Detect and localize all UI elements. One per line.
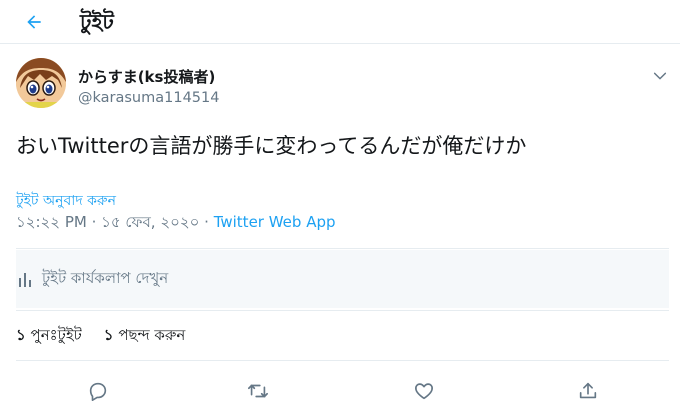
avatar[interactable] [16, 58, 66, 108]
tweet-source-app[interactable]: Twitter Web App [214, 213, 336, 231]
share-icon [579, 382, 597, 399]
divider [16, 310, 669, 311]
meta-separator: · [204, 213, 209, 231]
share-button[interactable] [573, 376, 603, 406]
translate-tweet-link[interactable]: টুইট অনুবাদ করুন [16, 189, 116, 213]
tweet-meta: ১২:২২ PM · ১৫ ফেব, ২০২০ · Twitter Web Ap… [16, 211, 336, 236]
header-bar: টুইট [0, 0, 680, 44]
like-button[interactable] [409, 376, 439, 406]
retweet-label: পুনঃটুইট [30, 326, 82, 344]
author-handle[interactable]: @karasuma114514 [78, 90, 219, 106]
retweet-button[interactable] [243, 376, 273, 406]
author-display-name[interactable]: からすま(ks投稿者) [78, 66, 219, 87]
like-label: পছন্দ করুন [118, 326, 186, 344]
tweet-activity-link[interactable]: টুইট কার্যকলাপ দেখুন [16, 250, 669, 308]
retweet-icon [248, 384, 268, 398]
retweet-count: ১ [16, 326, 26, 344]
tweet-text: おいTwitterの言語が勝手に変わってるんだが俺だけか [16, 134, 527, 158]
tweet-activity-label: টুইট কার্যকলাপ দেখুন [42, 268, 169, 287]
divider [16, 360, 669, 361]
back-button[interactable] [20, 8, 48, 36]
retweet-count-link[interactable]: ১ পুনঃটুইট [16, 324, 82, 349]
tweet-actions [0, 370, 680, 410]
bar-chart-icon [16, 270, 34, 288]
tweet-author[interactable]: からすま(ks投稿者) @karasuma114514 [78, 66, 219, 106]
back-arrow-icon [27, 15, 41, 29]
like-count: ১ [103, 326, 114, 344]
divider [16, 248, 669, 249]
like-count-link[interactable]: ১ পছন্দ করুন [104, 324, 186, 349]
page-title: টুইট [80, 10, 114, 34]
reply-icon [89, 382, 107, 401]
more-options-button[interactable] [648, 66, 672, 86]
tweet-stats: ১ পুনঃটুইট ১ পছন্দ করুন [16, 324, 207, 349]
tweet-time[interactable]: ১২:২২ PM [16, 213, 87, 231]
heart-icon [415, 383, 433, 400]
reply-button[interactable] [83, 376, 113, 406]
tweet-date[interactable]: ১৫ ফেব, ২০২০ [101, 213, 199, 231]
meta-separator: · [91, 213, 97, 231]
chevron-down-icon [653, 72, 667, 80]
avatar-illustration [16, 58, 66, 108]
